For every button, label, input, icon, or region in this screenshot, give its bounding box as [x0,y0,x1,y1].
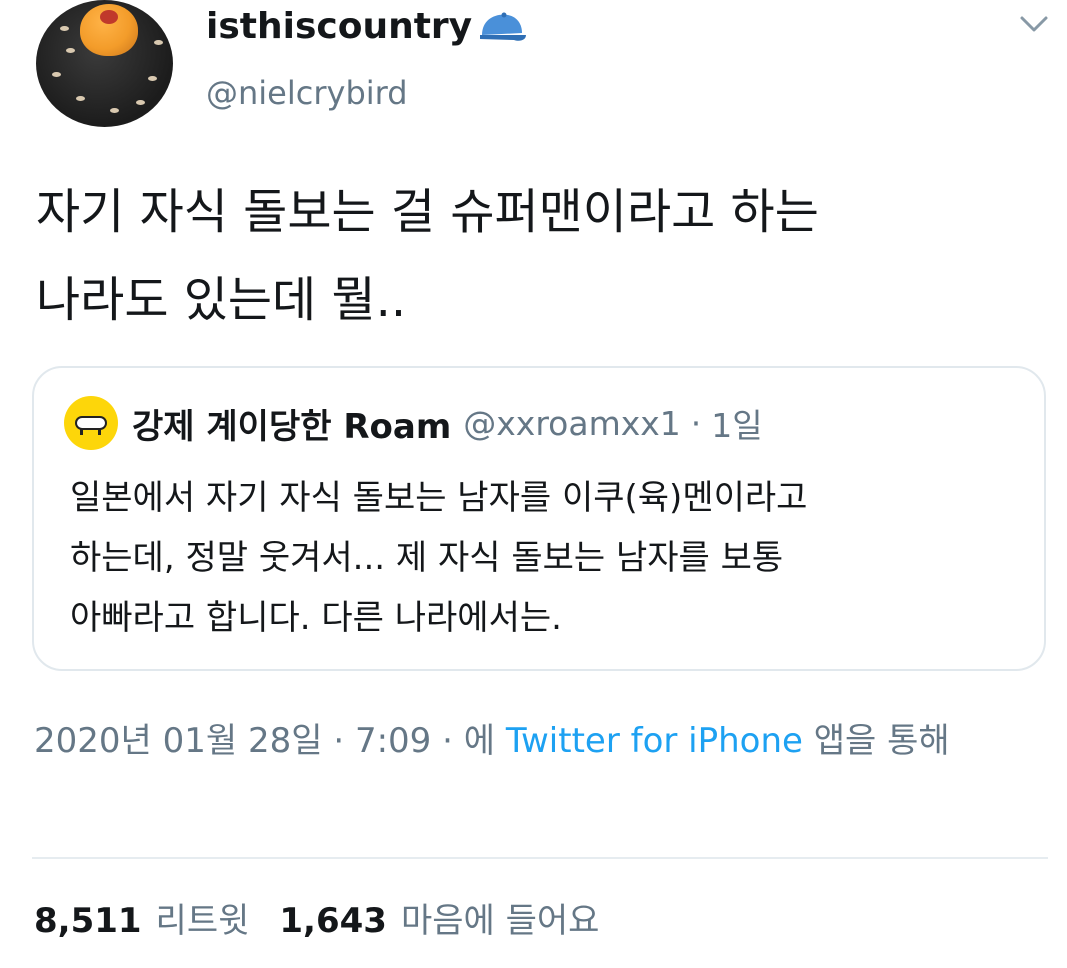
tweet-text: 자기 자식 돌보는 걸 슈퍼맨이라고 하는 나라도 있는데 뭘.. [36,184,819,328]
avatar-berry [100,10,118,24]
meta-separator: · [322,721,355,761]
quoted-tweet-card[interactable]: 강제 계이당한 Roam @xxroamxx1 · 1일 일본에서 자기 자식 … [32,366,1046,671]
avatar-crumb [148,76,157,81]
display-name-text[interactable]: isthiscountry [206,6,472,47]
chevron-down-icon[interactable] [1018,12,1050,36]
display-name[interactable]: isthiscountry [206,6,528,47]
divider [32,857,1048,859]
likes-count[interactable]: 1,643 [279,901,387,941]
via-suffix: 앱을 통해 [802,721,950,761]
via-prefix: 에 [463,721,506,761]
quoted-separator: · [690,403,702,443]
avatar-crumb [60,26,69,31]
sheep-avatar[interactable] [64,396,118,450]
quoted-timestamp: 1일 [711,406,763,445]
user-handle[interactable]: @nielcrybird [206,74,408,112]
avatar-crumb [110,108,119,113]
avatar-crumb [136,100,145,105]
meta-separator: · [431,721,464,761]
retweets-label[interactable]: 리트윗 [156,893,250,942]
avatar-crumb [52,72,61,77]
retweets-count[interactable]: 8,511 [34,901,142,941]
sheep-body [75,416,107,430]
user-avatar[interactable] [36,0,173,127]
quoted-handle: @xxroamxx1 [463,403,681,443]
tweet-stats: 8,511 리트윗 1,643 마음에 들어요 [34,893,629,942]
tweet-date: 2020년 01월 28일 [34,721,323,761]
avatar-crumb [154,40,163,45]
sheep-leg [98,429,101,435]
quoted-tweet-text: 일본에서 자기 자식 돌보는 남자를 이쿠(육)멘이라고 하는데, 정말 웃겨서… [70,478,808,638]
avatar-crumb [76,96,85,101]
likes-label[interactable]: 마음에 들어요 [401,893,600,942]
source-link[interactable]: Twitter for iPhone [506,721,803,761]
cap-icon [480,12,527,41]
quoted-display-name: 강제 계이당한 Roam [132,406,452,447]
tweet-meta: 2020년 01월 28일 · 7:09 · 에 Twitter for iPh… [34,712,1034,770]
avatar-crumb [66,48,75,53]
quoted-tweet-header: 강제 계이당한 Roam @xxroamxx1 · 1일 [64,396,763,450]
tweet-time: 7:09 [354,721,432,761]
sheep-leg [80,429,83,435]
